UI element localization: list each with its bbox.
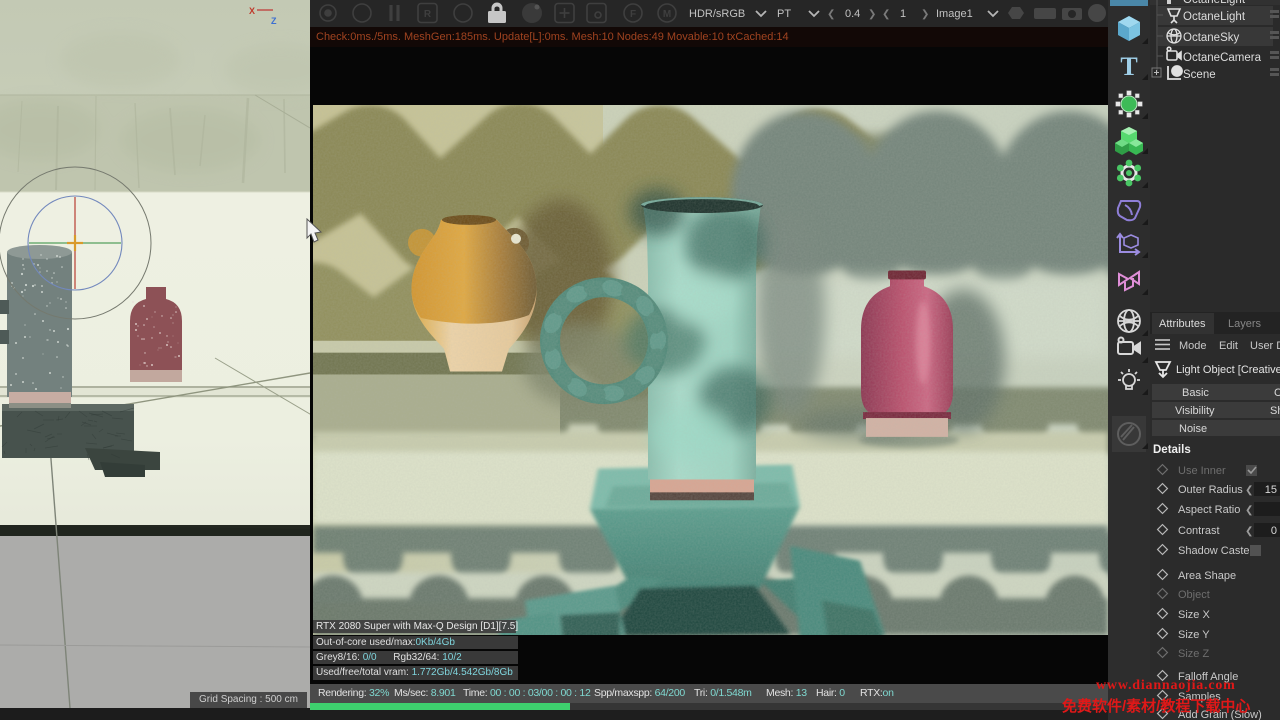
svg-text:Mode: Mode xyxy=(1179,340,1207,352)
svg-text:❮: ❮ xyxy=(1245,485,1253,496)
svg-text:Layers: Layers xyxy=(1228,318,1262,330)
svg-text:C: C xyxy=(1274,387,1280,399)
svg-text:Size Y: Size Y xyxy=(1178,629,1210,641)
svg-text:0: 0 xyxy=(1271,525,1277,537)
svg-text:Light Object [Creative S: Light Object [Creative S xyxy=(1176,364,1280,376)
svg-text:Image1: Image1 xyxy=(936,8,973,20)
svg-text:Use Inner: Use Inner xyxy=(1178,465,1226,477)
svg-text:Noise: Noise xyxy=(1179,423,1207,435)
svg-text:Contrast: Contrast xyxy=(1178,525,1220,537)
svg-text:OctaneLight: OctaneLight xyxy=(1183,0,1246,6)
svg-text:Size X: Size X xyxy=(1178,609,1210,621)
svg-text:❮: ❮ xyxy=(827,9,835,20)
svg-text:F: F xyxy=(630,9,636,20)
svg-text:PT: PT xyxy=(777,8,791,20)
svg-text:OctaneCamera: OctaneCamera xyxy=(1183,52,1262,64)
svg-text:Edit: Edit xyxy=(1219,340,1238,352)
svg-text:❮: ❮ xyxy=(882,9,890,20)
svg-text:Attributes: Attributes xyxy=(1159,318,1206,330)
svg-text:X: X xyxy=(249,6,255,16)
svg-text:❮: ❮ xyxy=(1245,505,1253,516)
svg-text:15: 15 xyxy=(1265,484,1277,496)
svg-text:HDR/sRGB: HDR/sRGB xyxy=(689,8,745,20)
svg-text:T: T xyxy=(1120,52,1137,81)
svg-text:OctaneSky: OctaneSky xyxy=(1183,32,1239,44)
svg-text:Shadow Caster: Shadow Caster xyxy=(1178,545,1254,557)
svg-text:Area Shape: Area Shape xyxy=(1178,570,1236,582)
svg-text:M: M xyxy=(663,9,671,20)
svg-text:Scene: Scene xyxy=(1183,69,1216,81)
svg-text:❯: ❯ xyxy=(868,9,876,20)
svg-text:Basic: Basic xyxy=(1182,387,1209,399)
svg-text:Z: Z xyxy=(271,16,277,26)
svg-text:Outer Radius: Outer Radius xyxy=(1178,484,1243,496)
svg-text:Details: Details xyxy=(1153,444,1191,456)
svg-text:Aspect Ratio: Aspect Ratio xyxy=(1178,504,1240,516)
svg-text:❯: ❯ xyxy=(921,9,929,20)
svg-text:OctaneLight: OctaneLight xyxy=(1183,11,1246,23)
svg-text:Size Z: Size Z xyxy=(1178,648,1209,660)
svg-text:Sh: Sh xyxy=(1270,405,1280,417)
svg-text:User D: User D xyxy=(1250,340,1280,352)
svg-text:R: R xyxy=(424,9,432,20)
svg-text:Visibility: Visibility xyxy=(1175,405,1215,417)
svg-text:Object: Object xyxy=(1178,589,1210,601)
svg-text:1: 1 xyxy=(900,8,906,20)
svg-text:0.4: 0.4 xyxy=(845,8,860,20)
svg-text:❮: ❮ xyxy=(1245,526,1253,537)
